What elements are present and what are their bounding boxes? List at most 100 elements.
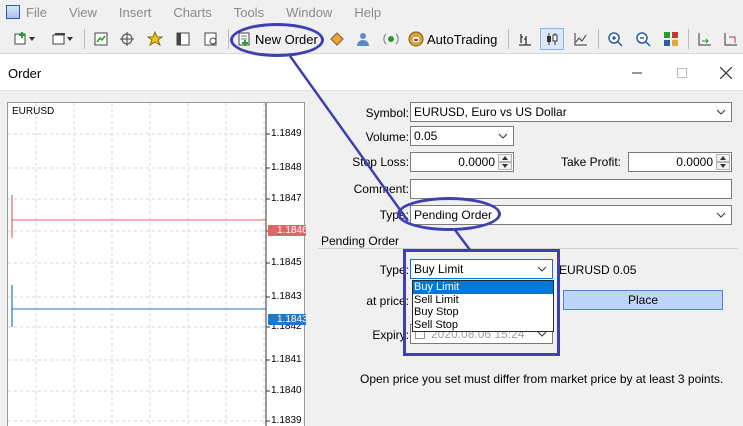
data-window-button[interactable] [116, 28, 138, 50]
maximize-icon [677, 68, 687, 78]
maximize-button[interactable] [672, 63, 692, 83]
volume-value: 0.05 [414, 129, 438, 143]
chevron-down-icon [720, 164, 726, 168]
pending-summary: EURUSD 0.05 [559, 263, 637, 277]
order-type-highlight [397, 197, 501, 231]
tile-icon [664, 32, 678, 46]
price-tick-label: 1.1845 [271, 257, 302, 268]
zoom-in-button[interactable] [604, 28, 626, 50]
price-tick-label: 1.1839 [271, 415, 302, 426]
take-profit-up[interactable] [716, 154, 730, 162]
chart-shift-icon [698, 33, 711, 46]
profiles-button[interactable] [46, 28, 78, 50]
bar-chart-button[interactable] [514, 28, 536, 50]
autoscroll-icon [724, 33, 737, 46]
chevron-down-icon [67, 37, 73, 41]
candlestick-icon [547, 33, 558, 45]
ask-price-tag: 1.1846 [268, 225, 308, 236]
stop-loss-input[interactable]: 0.0000 [410, 152, 514, 172]
strategy-tester-button[interactable] [200, 28, 222, 50]
menu-tools[interactable]: Tools [234, 5, 264, 20]
chevron-down-icon [716, 109, 726, 115]
chart-grid [8, 103, 270, 426]
menu-bar: File View Insert Charts Tools Window Hel… [0, 0, 743, 24]
new-chart-icon [14, 32, 26, 45]
price-tick-label: 1.1847 [271, 193, 302, 204]
volume-label: Volume: [365, 130, 409, 144]
zoom-out-icon [636, 32, 651, 47]
terminal-icon [176, 32, 190, 46]
autoscroll-button[interactable] [720, 28, 742, 50]
chevron-up-icon [720, 156, 726, 160]
symbol-select[interactable]: EURUSD, Euro vs US Dollar [410, 102, 732, 122]
volume-select[interactable]: 0.05 [410, 126, 514, 146]
menu-charts[interactable]: Charts [173, 5, 211, 20]
stop-loss-label: Stop Loss: [352, 155, 409, 169]
community-button[interactable] [380, 28, 402, 50]
new-order-highlight [230, 23, 324, 57]
stop-loss-down[interactable] [498, 162, 512, 170]
symbol-label: Symbol: [365, 106, 409, 120]
new-chart-button[interactable] [8, 28, 40, 50]
line-chart-button[interactable] [570, 28, 592, 50]
take-profit-input[interactable]: 0.0000 [628, 152, 732, 172]
pending-type-label: Type: [379, 263, 409, 277]
take-profit-down[interactable] [716, 162, 730, 170]
line-chart-icon [574, 33, 587, 46]
window-title: Order [8, 66, 42, 81]
price-hint: Open price you set must differ from mark… [360, 372, 724, 386]
chevron-down-icon [498, 133, 508, 139]
market-watch-icon [94, 32, 108, 46]
metaeditor-button[interactable] [352, 28, 374, 50]
zoom-out-button[interactable] [632, 28, 654, 50]
tester-icon [204, 32, 217, 46]
stop-loss-up[interactable] [498, 154, 512, 162]
market-watch-button[interactable] [90, 28, 112, 50]
pending-group-title: Pending Order [321, 234, 404, 248]
menu-insert[interactable]: Insert [119, 5, 152, 20]
history-center-button[interactable] [326, 28, 348, 50]
zoom-in-icon [608, 32, 623, 47]
comment-label: Comment: [353, 182, 409, 196]
minimize-button[interactable] [627, 63, 647, 83]
take-profit-value: 0.0000 [676, 155, 713, 169]
star-icon [147, 31, 163, 47]
close-button[interactable] [716, 63, 736, 83]
minimize-icon [632, 72, 642, 74]
chevron-down-icon [716, 212, 726, 218]
take-profit-label: Take Profit: [560, 155, 621, 169]
place-button[interactable]: Place [563, 290, 723, 310]
tick-chart-panel: EURUSD 1.1849 1.1848 1.1847 1.1846 1.1845 1.1… [0, 91, 313, 426]
navigator-button[interactable] [144, 28, 166, 50]
pending-type-highlight [403, 249, 560, 356]
chart-shift-button[interactable] [694, 28, 716, 50]
chart-symbol: EURUSD [12, 106, 55, 117]
chevron-down-icon [502, 164, 508, 168]
crosshair-icon [120, 32, 134, 46]
price-tick-label: 1.1840 [271, 385, 302, 396]
menu-view[interactable]: View [69, 5, 97, 20]
diamond-icon [330, 32, 344, 46]
terminal-button[interactable] [172, 28, 194, 50]
tile-windows-button[interactable] [660, 28, 682, 50]
signal-icon [383, 33, 399, 45]
app-icon [6, 5, 20, 19]
chevron-up-icon [502, 156, 508, 160]
autotrading-icon [408, 31, 424, 47]
menu-window[interactable]: Window [286, 5, 332, 20]
tick-chart[interactable]: EURUSD 1.1849 1.1848 1.1847 1.1846 1.1845 1.1… [7, 102, 308, 426]
menu-file[interactable]: File [26, 5, 47, 20]
comment-input[interactable] [410, 179, 732, 199]
at-price-label: at price: [366, 294, 409, 308]
price-tick-label: 1.1848 [271, 162, 302, 173]
price-tick-label: 1.1849 [271, 128, 302, 139]
autotrading-button[interactable]: AutoTrading [408, 28, 500, 50]
price-tick-label: 1.1843 [271, 291, 302, 302]
profiles-icon [52, 33, 65, 45]
candlestick-button[interactable] [540, 28, 564, 50]
order-title-bar: Order [0, 55, 743, 91]
price-tick-label: 1.1841 [271, 354, 302, 365]
user-icon [357, 33, 369, 46]
menu-help[interactable]: Help [354, 5, 381, 20]
stop-loss-value: 0.0000 [458, 155, 495, 169]
